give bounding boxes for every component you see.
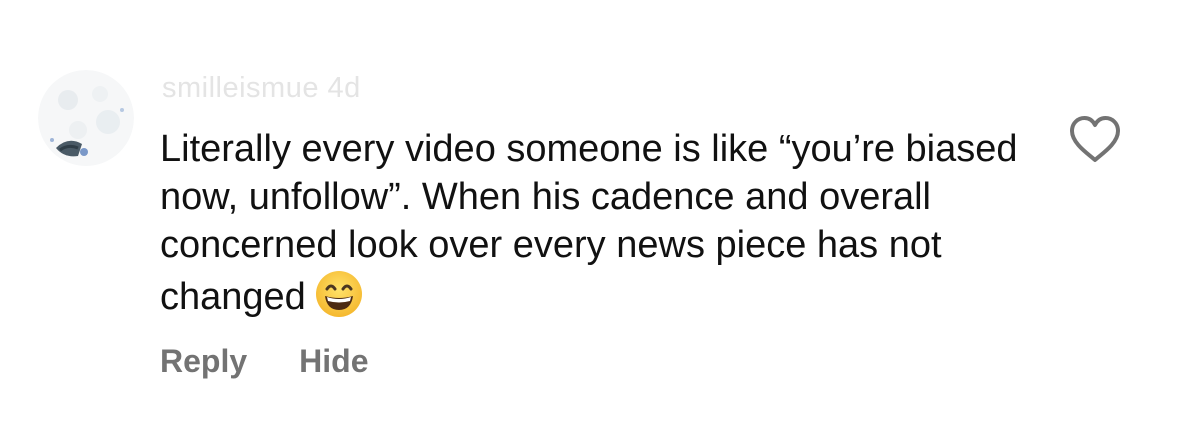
avatar[interactable] bbox=[38, 70, 134, 166]
grinning-face-emoji bbox=[315, 271, 362, 317]
comment-actions: Reply Hide bbox=[160, 343, 368, 380]
like-button[interactable] bbox=[1068, 114, 1122, 164]
hide-button[interactable]: Hide bbox=[299, 343, 368, 380]
heart-outline-icon bbox=[1070, 116, 1120, 162]
comment-body: Literally every video someone is like “y… bbox=[160, 128, 1018, 318]
reply-button[interactable]: Reply bbox=[160, 343, 247, 380]
comment-text: Literally every video someone is like “y… bbox=[160, 125, 1040, 321]
comment-item: smilleismue 4d Literally every video som… bbox=[0, 0, 1179, 433]
username[interactable]: smilleismue 4d bbox=[162, 72, 361, 105]
